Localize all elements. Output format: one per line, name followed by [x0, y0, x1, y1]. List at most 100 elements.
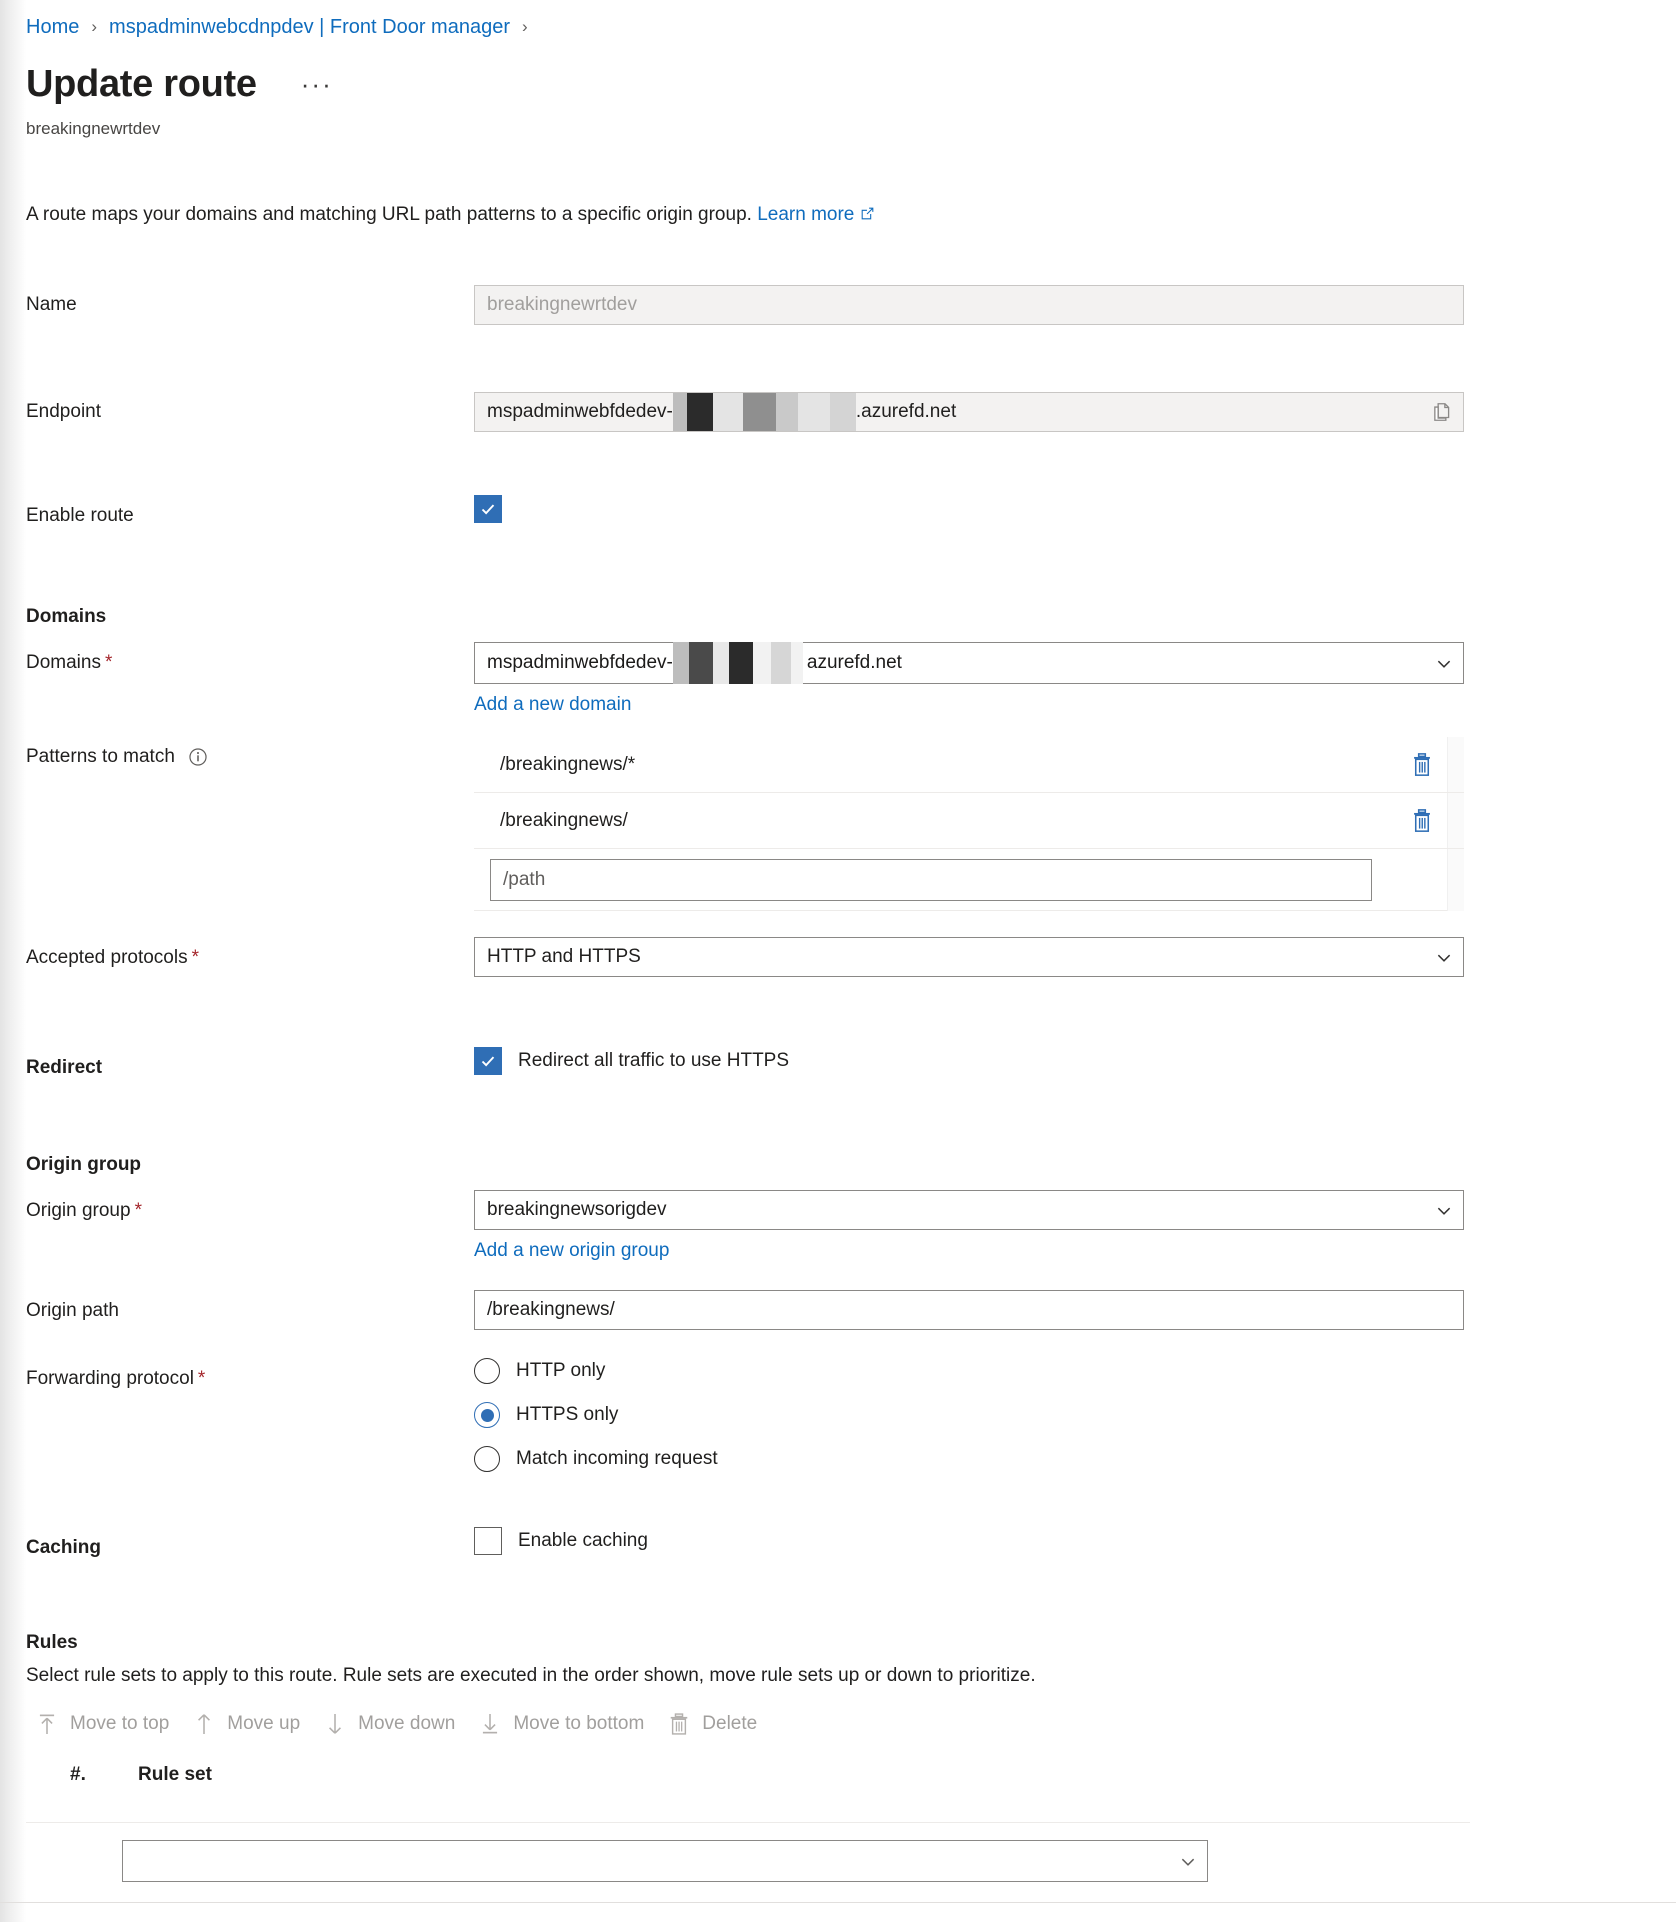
origin-group-value: breakingnewsorigdev	[487, 1199, 667, 1220]
domains-redaction	[672, 642, 803, 684]
radio-http-only[interactable]	[474, 1358, 500, 1384]
rules-heading: Rules	[26, 1632, 78, 1653]
redirect-label: Redirect	[26, 1057, 103, 1078]
chevron-down-icon	[1435, 949, 1451, 965]
move-to-bottom-icon	[477, 1711, 503, 1737]
caching-checkbox-row[interactable]: Enable caching	[474, 1527, 648, 1555]
breadcrumb-item-home[interactable]: Home	[26, 14, 79, 40]
enable-caching-label[interactable]: Enable caching	[518, 1530, 648, 1552]
move-down-label: Move down	[358, 1713, 456, 1734]
radio-match-incoming-request-label[interactable]: Match incoming request	[516, 1448, 718, 1470]
accepted-protocols-value: HTTP and HTTPS	[487, 946, 641, 967]
page-header: Update route ···	[26, 60, 333, 108]
enable-route-checkbox[interactable]	[474, 495, 502, 523]
enable-caching-checkbox[interactable]	[474, 1527, 502, 1555]
patterns-new-input[interactable]	[490, 858, 1372, 901]
rules-table-separator	[26, 1822, 1470, 1823]
forwarding-protocol-option-https[interactable]: HTTPS only	[474, 1402, 718, 1428]
rules-table-row	[122, 1840, 1208, 1882]
blade-description: A route maps your domains and matching U…	[26, 202, 876, 230]
patterns-list-item[interactable]: /breakingnews/	[474, 793, 1464, 849]
origin-group-label-text: Origin group	[26, 1200, 131, 1221]
redirect-https-checkbox[interactable]	[474, 1047, 502, 1075]
redirect-checkbox-row[interactable]: Redirect all traffic to use HTTPS	[474, 1047, 789, 1075]
domains-combo[interactable]: mspadminwebfdedev- azurefd.net	[474, 642, 1464, 684]
blade-description-text: A route maps your domains and matching U…	[26, 204, 752, 225]
chevron-down-icon	[1435, 1202, 1451, 1218]
domains-suffix-box[interactable]: azurefd.net	[802, 642, 1464, 684]
radio-https-only-label[interactable]: HTTPS only	[516, 1404, 618, 1426]
patterns-label: Patterns to match	[26, 744, 209, 770]
domains-required-marker: *	[104, 652, 113, 673]
trash-icon	[666, 1711, 692, 1737]
delete-rule-button[interactable]: Delete	[658, 1705, 771, 1743]
endpoint-redaction	[672, 393, 856, 431]
move-up-label: Move up	[227, 1713, 301, 1734]
move-to-top-button[interactable]: Move to top	[26, 1705, 183, 1743]
move-up-button[interactable]: Move up	[183, 1705, 314, 1743]
domains-label: Domains *	[26, 650, 112, 676]
accepted-protocols-required-marker: *	[191, 947, 199, 968]
external-link-icon	[859, 204, 876, 230]
breadcrumb-separator: ›	[91, 17, 98, 36]
rules-command-bar: Move to top Move up Move down Move to bo…	[26, 1705, 771, 1743]
page-subtitle: breakingnewrtdev	[26, 119, 161, 138]
endpoint-suffix: .azurefd.net	[855, 401, 957, 422]
move-to-bottom-button[interactable]: Move to bottom	[469, 1705, 658, 1743]
chevron-down-icon	[1179, 1853, 1195, 1869]
copy-icon[interactable]	[1421, 393, 1463, 431]
rule-set-select[interactable]	[122, 1840, 1208, 1882]
domains-section-heading: Domains	[26, 606, 107, 627]
name-input	[474, 285, 1464, 325]
patterns-list: /breakingnews/* /breakingnews/	[474, 736, 1464, 911]
delete-rule-label: Delete	[702, 1713, 758, 1734]
move-down-button[interactable]: Move down	[314, 1705, 469, 1743]
enable-route-label: Enable route	[26, 505, 134, 526]
domains-prefix-box: mspadminwebfdedev-	[474, 642, 673, 684]
domains-label-text: Domains	[26, 652, 101, 673]
breadcrumb-item-front-door-manager[interactable]: mspadminwebcdnpdev | Front Door manager	[109, 14, 510, 40]
more-options-button[interactable]: ···	[301, 69, 333, 100]
forwarding-protocol-label-text: Forwarding protocol	[26, 1368, 194, 1389]
forwarding-protocol-option-http[interactable]: HTTP only	[474, 1358, 718, 1384]
origin-path-label: Origin path	[26, 1300, 119, 1321]
domains-prefix: mspadminwebfdedev-	[487, 652, 673, 673]
redirect-checkbox-label[interactable]: Redirect all traffic to use HTTPS	[518, 1050, 789, 1072]
blade-left-shadow	[0, 0, 26, 1922]
rules-table-bottom-border	[0, 1902, 1676, 1903]
endpoint-prefix: mspadminwebfdedev-	[487, 401, 673, 422]
add-new-origin-group-link[interactable]: Add a new origin group	[474, 1238, 669, 1264]
radio-https-only[interactable]	[474, 1402, 500, 1428]
name-label: Name	[26, 294, 77, 315]
forwarding-protocol-required-marker: *	[197, 1368, 206, 1389]
patterns-list-item[interactable]: /breakingnews/*	[474, 737, 1464, 793]
trash-icon[interactable]	[1410, 808, 1434, 834]
add-new-domain-link[interactable]: Add a new domain	[474, 692, 631, 718]
arrow-up-icon	[191, 1711, 217, 1737]
update-route-blade: Home › mspadminwebcdnpdev | Front Door m…	[0, 0, 1676, 1922]
rules-description: Select rule sets to apply to this route.…	[26, 1665, 1036, 1686]
pattern-value: /breakingnews/	[500, 809, 628, 831]
origin-group-required-marker: *	[134, 1200, 142, 1221]
accepted-protocols-label-text: Accepted protocols	[26, 947, 188, 968]
move-to-top-icon	[34, 1711, 60, 1737]
origin-group-section-heading: Origin group	[26, 1154, 142, 1175]
page-title: Update route	[26, 63, 257, 105]
accepted-protocols-select[interactable]: HTTP and HTTPS	[474, 937, 1464, 977]
info-icon[interactable]	[187, 746, 209, 768]
radio-http-only-label[interactable]: HTTP only	[516, 1360, 605, 1382]
move-to-bottom-label: Move to bottom	[513, 1713, 645, 1734]
arrow-down-icon	[322, 1711, 348, 1737]
move-to-top-label: Move to top	[70, 1713, 170, 1734]
domains-suffix: azurefd.net	[806, 652, 902, 673]
pattern-value: /breakingnews/*	[500, 753, 636, 775]
radio-match-incoming-request[interactable]	[474, 1446, 500, 1472]
breadcrumb-separator-trailing: ›	[521, 17, 528, 36]
learn-more-link[interactable]: Learn more	[757, 204, 854, 225]
origin-group-select[interactable]: breakingnewsorigdev	[474, 1190, 1464, 1230]
trash-icon[interactable]	[1410, 752, 1434, 778]
accepted-protocols-label: Accepted protocols *	[26, 945, 199, 971]
endpoint-label: Endpoint	[26, 401, 102, 422]
origin-path-input[interactable]	[474, 1290, 1464, 1330]
forwarding-protocol-option-match[interactable]: Match incoming request	[474, 1446, 718, 1472]
